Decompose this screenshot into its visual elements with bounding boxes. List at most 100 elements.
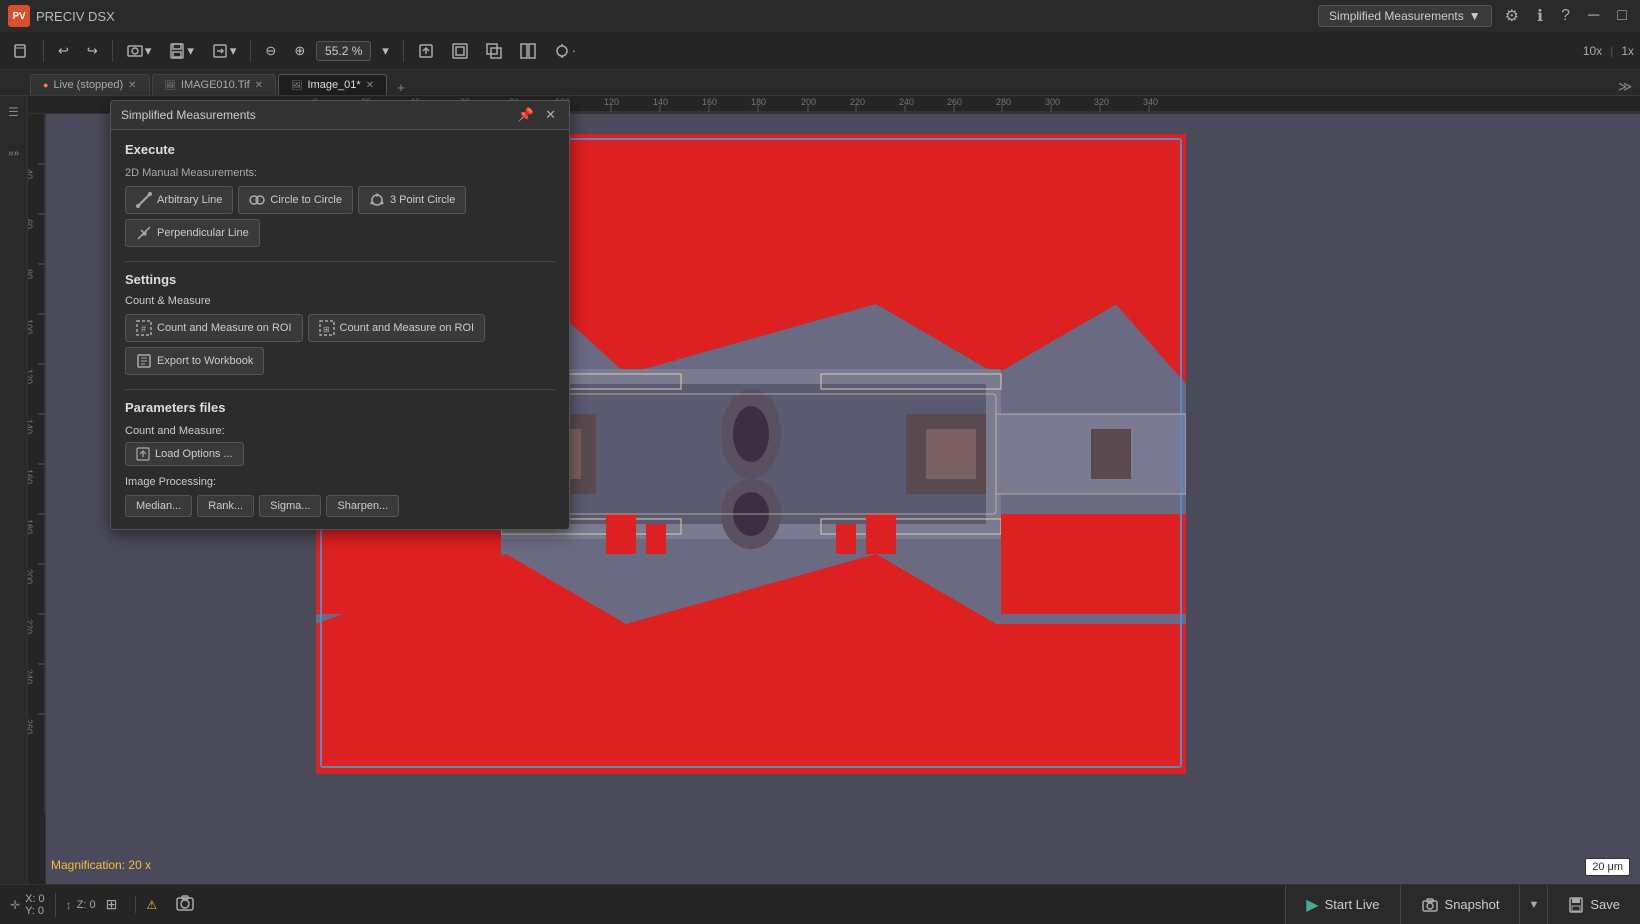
bottom-bar: ✛ X: 0 Y: 0 ↕ Z: 0 ⊞ ⚠ ▶ Start Live Sn bbox=[0, 884, 1640, 924]
arbitrary-line-button[interactable]: Arbitrary Line bbox=[125, 186, 233, 214]
split-button[interactable] bbox=[513, 39, 543, 63]
tab-image01-close[interactable]: ✕ bbox=[366, 80, 374, 91]
capture-bottom-button[interactable] bbox=[167, 893, 203, 916]
count-icon: # bbox=[136, 320, 152, 336]
svg-text:200: 200 bbox=[801, 97, 816, 107]
new-tab-button[interactable]: + bbox=[389, 80, 413, 95]
z-expand-button[interactable]: ⊞ bbox=[98, 896, 126, 913]
svg-text:140: 140 bbox=[28, 419, 34, 434]
left-sidebar: ☰ »» bbox=[0, 96, 28, 884]
scale-bar-label: 20 μm bbox=[1592, 861, 1623, 873]
dropdown-arrow-icon: · bbox=[572, 43, 576, 58]
export-icon bbox=[136, 353, 152, 369]
count-measure-roi-button-1[interactable]: # Count and Measure on ROI bbox=[125, 314, 303, 342]
svg-text:160: 160 bbox=[702, 97, 717, 107]
capture-button[interactable]: ▾ bbox=[120, 39, 159, 63]
snapshot-icon bbox=[1421, 896, 1439, 914]
tab-image010[interactable]: 🖼 IMAGE010.Tif ✕ bbox=[152, 74, 277, 95]
minimize-icon[interactable]: ─ bbox=[1583, 5, 1604, 27]
panel-pin-button[interactable]: 📌 bbox=[515, 107, 537, 123]
svg-text:340: 340 bbox=[1143, 97, 1158, 107]
save-button[interactable]: Save bbox=[1548, 885, 1640, 924]
perpline-icon bbox=[136, 225, 152, 241]
svg-text:240: 240 bbox=[28, 669, 34, 684]
dropdown-arrow-icon: ▾ bbox=[230, 43, 237, 59]
load-options-button[interactable]: Load Options ... bbox=[125, 442, 244, 466]
camera-settings-button[interactable]: · bbox=[547, 39, 583, 63]
tab-image010-close[interactable]: ✕ bbox=[255, 80, 263, 91]
maximize-icon[interactable]: □ bbox=[1612, 5, 1632, 27]
dropdown-arrow-icon: ▼ bbox=[1469, 9, 1481, 23]
y-coord: Y: 0 bbox=[25, 905, 45, 917]
snapshot-dropdown-button[interactable]: ▼ bbox=[1520, 885, 1548, 924]
sharpen-button[interactable]: Sharpen... bbox=[326, 495, 399, 517]
export-button[interactable]: ▾ bbox=[205, 39, 244, 63]
export-workbook-button[interactable]: Export to Workbook bbox=[125, 347, 264, 375]
snapshot-label: Snapshot bbox=[1445, 897, 1500, 912]
z-coord: Z: 0 bbox=[77, 899, 96, 911]
zoom-display: 55.2 % bbox=[316, 41, 371, 61]
count-measure-roi-label-2: Count and Measure on ROI bbox=[340, 322, 475, 334]
fit-button[interactable] bbox=[411, 39, 441, 63]
tab-live-close[interactable]: ✕ bbox=[128, 80, 136, 91]
count-measure-params-label: Count and Measure: bbox=[125, 425, 555, 437]
sidebar-expand-button[interactable]: »» bbox=[3, 142, 25, 164]
rank-button[interactable]: Rank... bbox=[197, 495, 254, 517]
coords-display: X: 0 Y: 0 bbox=[25, 893, 45, 917]
tab-overflow-button[interactable]: ≫ bbox=[1610, 79, 1640, 95]
save-icon bbox=[1568, 897, 1584, 913]
svg-text:220: 220 bbox=[28, 619, 34, 634]
settings-icon[interactable]: ⚙ bbox=[1500, 4, 1524, 28]
circle-to-circle-button[interactable]: Circle to Circle bbox=[238, 186, 353, 214]
toolbar-sep-4 bbox=[403, 40, 404, 62]
count-measure-roi-button-2[interactable]: ⊞ Count and Measure on ROI bbox=[308, 314, 486, 342]
zoom-out-button[interactable]: ⊖ bbox=[258, 39, 283, 63]
perpendicular-line-button[interactable]: Perpendicular Line bbox=[125, 219, 260, 247]
1to1-button[interactable] bbox=[445, 39, 475, 63]
sigma-button[interactable]: Sigma... bbox=[259, 495, 321, 517]
camera-icon bbox=[175, 893, 195, 913]
parameters-title: Parameters files bbox=[125, 400, 555, 415]
app-logo: PV bbox=[8, 5, 30, 27]
tab-image01-label: Image_01* bbox=[307, 79, 360, 91]
new-button[interactable] bbox=[6, 39, 36, 63]
simplified-measurements-button[interactable]: Simplified Measurements ▼ bbox=[1318, 5, 1492, 27]
coords-section: ✛ X: 0 Y: 0 bbox=[0, 893, 56, 917]
sidebar-menu-button[interactable]: ☰ bbox=[3, 101, 25, 123]
image-processing-buttons-row: Median... Rank... Sigma... Sharpen... bbox=[125, 495, 555, 517]
tab-live[interactable]: ● Live (stopped) ✕ bbox=[30, 74, 150, 95]
image-processing-label: Image Processing: bbox=[125, 476, 555, 488]
perpendicular-line-label: Perpendicular Line bbox=[157, 227, 249, 239]
tab-image01[interactable]: 🖼 Image_01* ✕ bbox=[278, 74, 387, 95]
zoom-in-button[interactable]: ⊕ bbox=[287, 39, 312, 63]
toolbar-sep-1 bbox=[43, 40, 44, 62]
count2-icon: ⊞ bbox=[319, 320, 335, 336]
simplified-measurements-panel: Simplified Measurements 📌 ✕ Execute 2D M… bbox=[110, 100, 570, 530]
panel-header: Simplified Measurements 📌 ✕ bbox=[111, 101, 569, 130]
panel-title: Simplified Measurements bbox=[121, 108, 515, 122]
save-toolbar-button[interactable]: ▾ bbox=[162, 39, 201, 63]
help-icon[interactable]: ? bbox=[1556, 5, 1575, 27]
svg-text:260: 260 bbox=[947, 97, 962, 107]
start-live-label: Start Live bbox=[1325, 897, 1380, 912]
start-live-button[interactable]: ▶ Start Live bbox=[1286, 885, 1400, 924]
count-measure-buttons-row: # Count and Measure on ROI ⊞ Count and M… bbox=[125, 314, 555, 375]
snapshot-button[interactable]: Snapshot bbox=[1401, 885, 1521, 924]
3-point-circle-button[interactable]: 3 Point Circle bbox=[358, 186, 466, 214]
redo-button[interactable]: ↪ bbox=[80, 39, 105, 63]
scale-bar: 20 μm bbox=[1585, 858, 1630, 876]
undo-button[interactable]: ↩ bbox=[51, 39, 76, 63]
svg-text:320: 320 bbox=[1094, 97, 1109, 107]
overlay-button[interactable] bbox=[479, 39, 509, 63]
info-icon[interactable]: ℹ bbox=[1532, 4, 1548, 28]
settings-title: Settings bbox=[125, 272, 555, 287]
play-icon: ▶ bbox=[1306, 895, 1318, 915]
magnification-value: 20 x bbox=[128, 858, 151, 872]
panel-close-button[interactable]: ✕ bbox=[542, 107, 559, 123]
tabs-bar: ● Live (stopped) ✕ 🖼 IMAGE010.Tif ✕ 🖼 Im… bbox=[0, 70, 1640, 96]
dropdown-zoom-button[interactable]: ▾ bbox=[375, 39, 396, 63]
median-button[interactable]: Median... bbox=[125, 495, 192, 517]
svg-text:⊞: ⊞ bbox=[323, 325, 330, 334]
titlebar-right: Simplified Measurements ▼ ⚙ ℹ ? ─ □ bbox=[1318, 4, 1632, 28]
sharpen-label: Sharpen... bbox=[337, 500, 388, 512]
